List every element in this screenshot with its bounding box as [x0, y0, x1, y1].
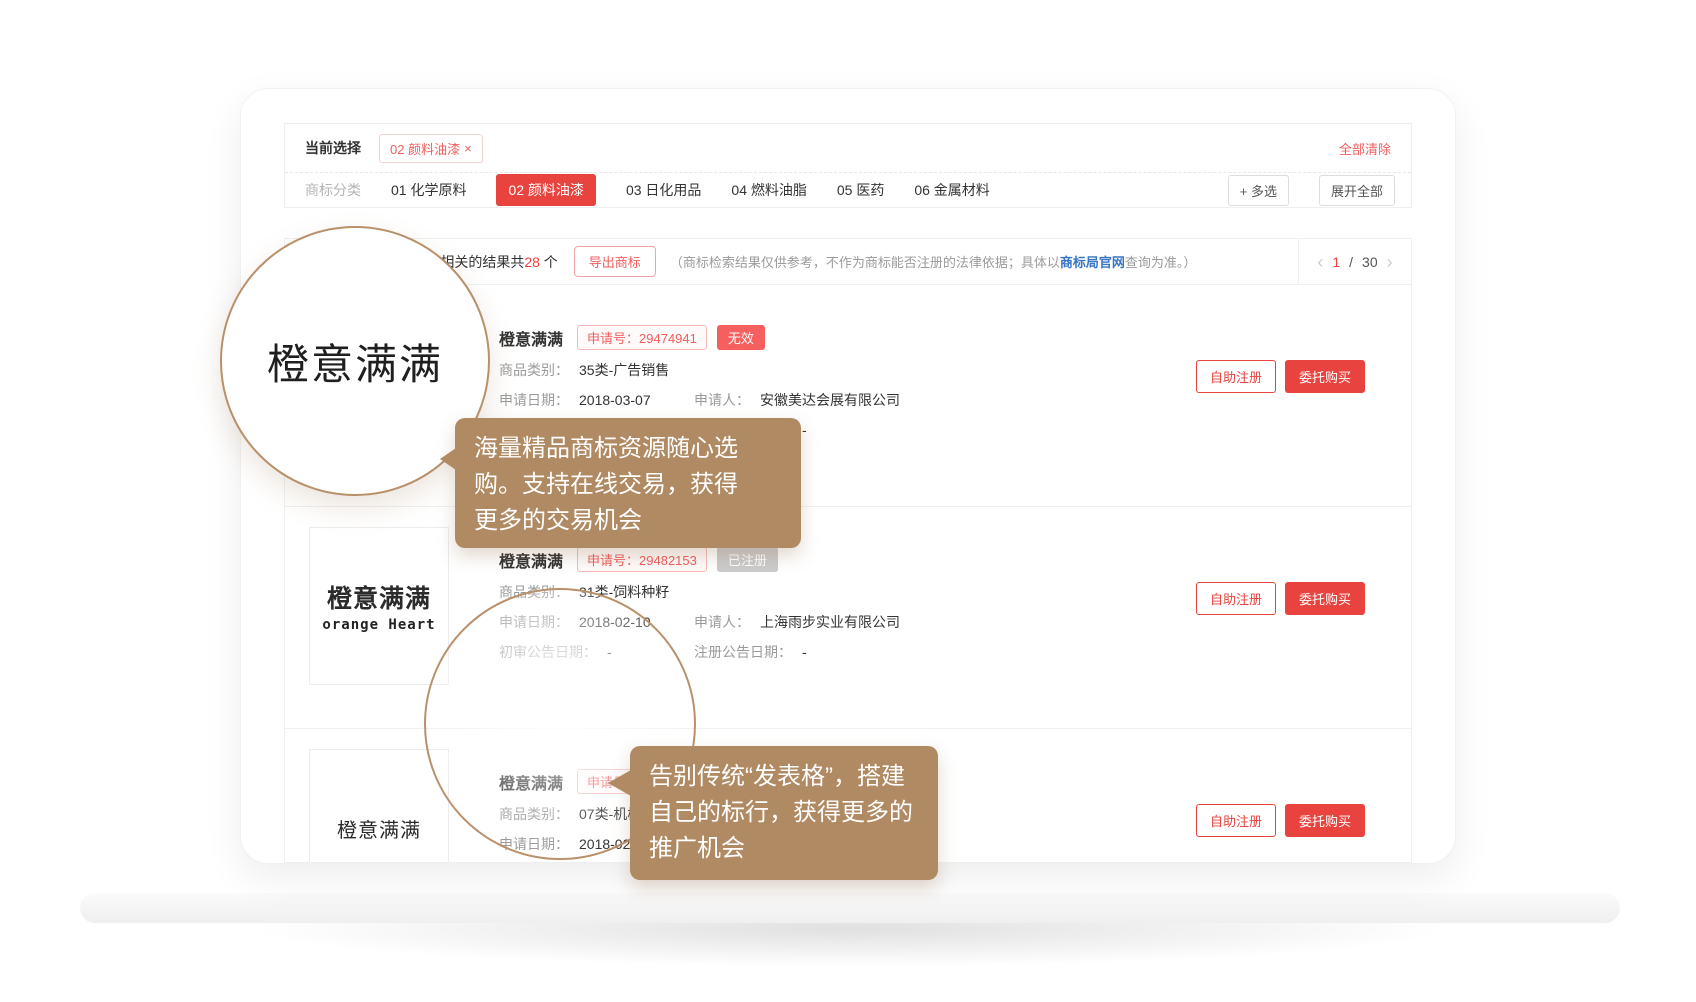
- self-register-button[interactable]: 自助注册: [1196, 804, 1276, 837]
- page-separator: /: [1349, 254, 1353, 270]
- entrust-buy-button[interactable]: 委托购买: [1285, 582, 1365, 615]
- category-field-value: 35类-广告销售: [579, 361, 669, 380]
- current-selection-label: 当前选择: [305, 138, 361, 158]
- application-number-badge: 申请号：29474941: [577, 325, 707, 350]
- prev-page-icon[interactable]: ‹: [1317, 253, 1323, 271]
- tab-category-01[interactable]: 01 化学原料: [391, 180, 466, 200]
- results-count: 28: [524, 254, 540, 270]
- tab-category-02-selected[interactable]: 02 颜料油漆: [496, 174, 595, 206]
- trademark-image-subtitle: orange Heart: [322, 617, 435, 633]
- next-page-icon[interactable]: ›: [1387, 253, 1393, 271]
- tooltip-arrow-icon: [608, 770, 631, 796]
- current-page: 1: [1332, 254, 1340, 270]
- filter-panel: 当前选择 02 颜料油漆 × 全部清除 商标分类 01 化学原料 02 颜料油漆…: [284, 123, 1412, 208]
- tab-category-03[interactable]: 03 日化用品: [626, 180, 701, 200]
- callout-tooltip-marketplace: 海量精品商标资源随心选 购。支持在线交易，获得 更多的交易机会: [455, 418, 801, 548]
- entrust-buy-button[interactable]: 委托购买: [1285, 804, 1365, 837]
- status-badge: 已注册: [717, 547, 778, 572]
- applicant-value: 上海雨步实业有限公司: [760, 613, 900, 632]
- trademark-name[interactable]: 橙意满满: [499, 548, 563, 572]
- category-field-label: 商品类别：: [499, 361, 569, 380]
- self-register-button[interactable]: 自助注册: [1196, 360, 1276, 393]
- trademark-name[interactable]: 橙意满满: [499, 326, 563, 350]
- trademark-office-link[interactable]: 商标局官网: [1060, 255, 1125, 270]
- reg-publish-value: -: [802, 421, 807, 440]
- page: 当前选择 02 颜料油漆 × 全部清除 商标分类 01 化学原料 02 颜料油漆…: [0, 0, 1696, 1002]
- self-register-button[interactable]: 自助注册: [1196, 582, 1276, 615]
- tab-category-04[interactable]: 04 燃料油脂: [731, 180, 806, 200]
- trademark-image[interactable]: 橙意满满 orange Heart: [309, 527, 449, 685]
- reg-publish-value: -: [802, 643, 807, 662]
- tab-category-06[interactable]: 06 金属材料: [914, 180, 989, 200]
- trademark-image[interactable]: 橙意满满: [309, 749, 449, 863]
- current-selection-row: 当前选择 02 颜料油漆 × 全部清除: [285, 124, 1411, 173]
- status-badge: 无效: [717, 325, 765, 350]
- category-tabs-row: 商标分类 01 化学原料 02 颜料油漆 03 日化用品 04 燃料油脂 05 …: [285, 173, 1411, 207]
- tab-category-05[interactable]: 05 医药: [837, 180, 884, 200]
- magnified-trademark-text: 橙意满满: [267, 331, 443, 392]
- applicant-value: 安徽美达会展有限公司: [760, 391, 900, 410]
- callout-tooltip-promotion: 告别传统“发表格”，搭建 自己的标行，获得更多的 推广机会: [630, 746, 938, 880]
- application-number-badge: 申请号：29482153: [577, 547, 707, 572]
- total-pages: 30: [1362, 254, 1378, 270]
- apply-date-value: 2018-03-07: [579, 391, 651, 410]
- tooltip-arrow-icon: [440, 448, 456, 470]
- results-disclaimer: （商标检索结果仅供参考，不作为商标能否注册的法律依据；具体以商标局官网查询为准。…: [670, 252, 1197, 271]
- applicant-label: 申请人：: [694, 391, 750, 410]
- device-base: [80, 893, 1620, 923]
- entrust-buy-button[interactable]: 委托购买: [1285, 360, 1365, 393]
- apply-date-label: 申请日期：: [499, 391, 569, 410]
- remove-tag-icon[interactable]: ×: [464, 142, 472, 155]
- applicant-label: 申请人：: [694, 613, 750, 632]
- multi-select-button[interactable]: + 多选: [1228, 175, 1289, 206]
- clear-all-link[interactable]: 全部清除: [1339, 139, 1391, 158]
- selected-filter-tag[interactable]: 02 颜料油漆 ×: [379, 134, 483, 163]
- category-label: 商标分类: [305, 180, 361, 200]
- reg-publish-label: 注册公告日期：: [694, 643, 792, 662]
- expand-all-button[interactable]: 展开全部: [1319, 175, 1395, 206]
- pagination: ‹ 1 / 30 ›: [1298, 239, 1411, 284]
- export-trademarks-button[interactable]: 导出商标: [574, 246, 656, 277]
- selected-filter-tag-label: 02 颜料油漆: [390, 139, 460, 158]
